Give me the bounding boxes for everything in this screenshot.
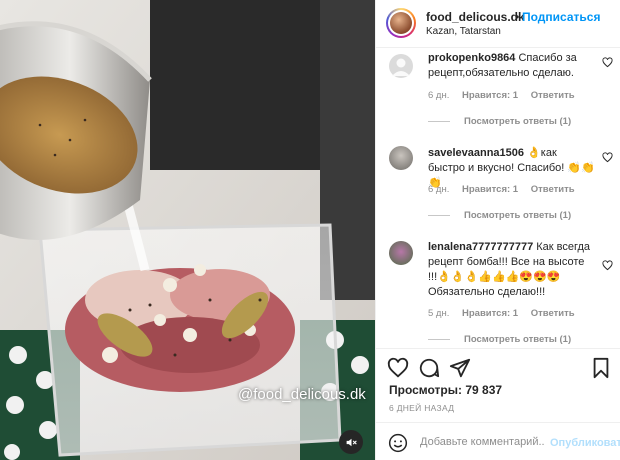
reply-button[interactable]: Ответить <box>531 90 575 101</box>
header-separator: • <box>515 10 520 24</box>
default-avatar-icon <box>392 58 410 76</box>
comment-meta: 6 дн. Нравится: 1 Ответить <box>428 184 585 195</box>
post-date[interactable]: 6 ДНЕЙ НАЗАД <box>389 403 454 413</box>
post-action-bar <box>376 348 620 379</box>
video-watermark: @food_delicous.dk <box>238 386 366 403</box>
add-comment-bar: Опубликовать <box>376 422 620 460</box>
comment-meta: 5 дн. Нравится: 1 Ответить <box>428 308 585 319</box>
comment-like-heart-icon[interactable] <box>602 57 613 68</box>
author-avatar[interactable] <box>386 8 416 38</box>
comment-icon[interactable] <box>418 357 440 379</box>
post-side-panel: food_delicous.dk • Подписаться Kazan, Ta… <box>375 0 620 460</box>
bookmark-icon[interactable] <box>590 357 612 379</box>
add-comment-input[interactable] <box>420 431 545 453</box>
comment-like-heart-icon[interactable] <box>602 260 613 271</box>
commenter-avatar[interactable] <box>389 54 413 78</box>
comment-age[interactable]: 6 дн. <box>428 90 449 101</box>
comment-meta: 6 дн. Нравится: 1 Ответить <box>428 90 585 101</box>
comment-username[interactable]: savelevaanna1506 <box>428 147 524 159</box>
views-label: Просмотры: <box>389 383 463 397</box>
comments-list[interactable]: prokopenko9864 Спасибо за рецепт,обязате… <box>376 48 620 348</box>
view-count[interactable]: Просмотры: 79 837 <box>389 383 502 397</box>
view-replies-button[interactable]: Посмотреть ответы (1) <box>428 210 571 221</box>
comment-username[interactable]: prokopenko9864 <box>428 52 515 64</box>
comment-text-block: prokopenko9864 Спасибо за рецепт,обязате… <box>428 51 596 81</box>
comment-username[interactable]: lenalena7777777777 <box>428 241 533 253</box>
comment-likes[interactable]: Нравится: 1 <box>462 308 518 319</box>
comment-text-block: lenalena7777777777 Как всегда рецепт бом… <box>428 240 596 300</box>
comment-likes[interactable]: Нравится: 1 <box>462 184 518 195</box>
reply-button[interactable]: Ответить <box>531 184 575 195</box>
emoji-icon[interactable] <box>388 433 408 453</box>
follow-button[interactable]: Подписаться <box>522 10 600 24</box>
view-replies-button[interactable]: Посмотреть ответы (1) <box>428 334 571 345</box>
comment-like-heart-icon[interactable] <box>602 152 613 163</box>
heart-icon[interactable] <box>387 357 409 379</box>
speaker-muted-icon <box>346 438 357 446</box>
author-username[interactable]: food_delicous.dk <box>426 10 525 24</box>
commenter-avatar[interactable] <box>389 146 413 170</box>
comment-age[interactable]: 6 дн. <box>428 184 449 195</box>
publish-button[interactable]: Опубликовать <box>550 437 620 449</box>
post-location[interactable]: Kazan, Tatarstan <box>426 26 501 37</box>
comment-likes[interactable]: Нравится: 1 <box>462 90 518 101</box>
commenter-avatar[interactable] <box>389 241 413 265</box>
comment-age[interactable]: 5 дн. <box>428 308 449 319</box>
mute-button[interactable] <box>339 430 363 454</box>
post-video[interactable]: @food_delicous.dk <box>0 0 375 460</box>
share-icon[interactable] <box>449 357 471 379</box>
reply-button[interactable]: Ответить <box>531 308 575 319</box>
view-replies-button[interactable]: Посмотреть ответы (1) <box>428 116 571 127</box>
views-value: 79 837 <box>465 383 503 397</box>
post-header: food_delicous.dk • Подписаться Kazan, Ta… <box>376 0 620 48</box>
